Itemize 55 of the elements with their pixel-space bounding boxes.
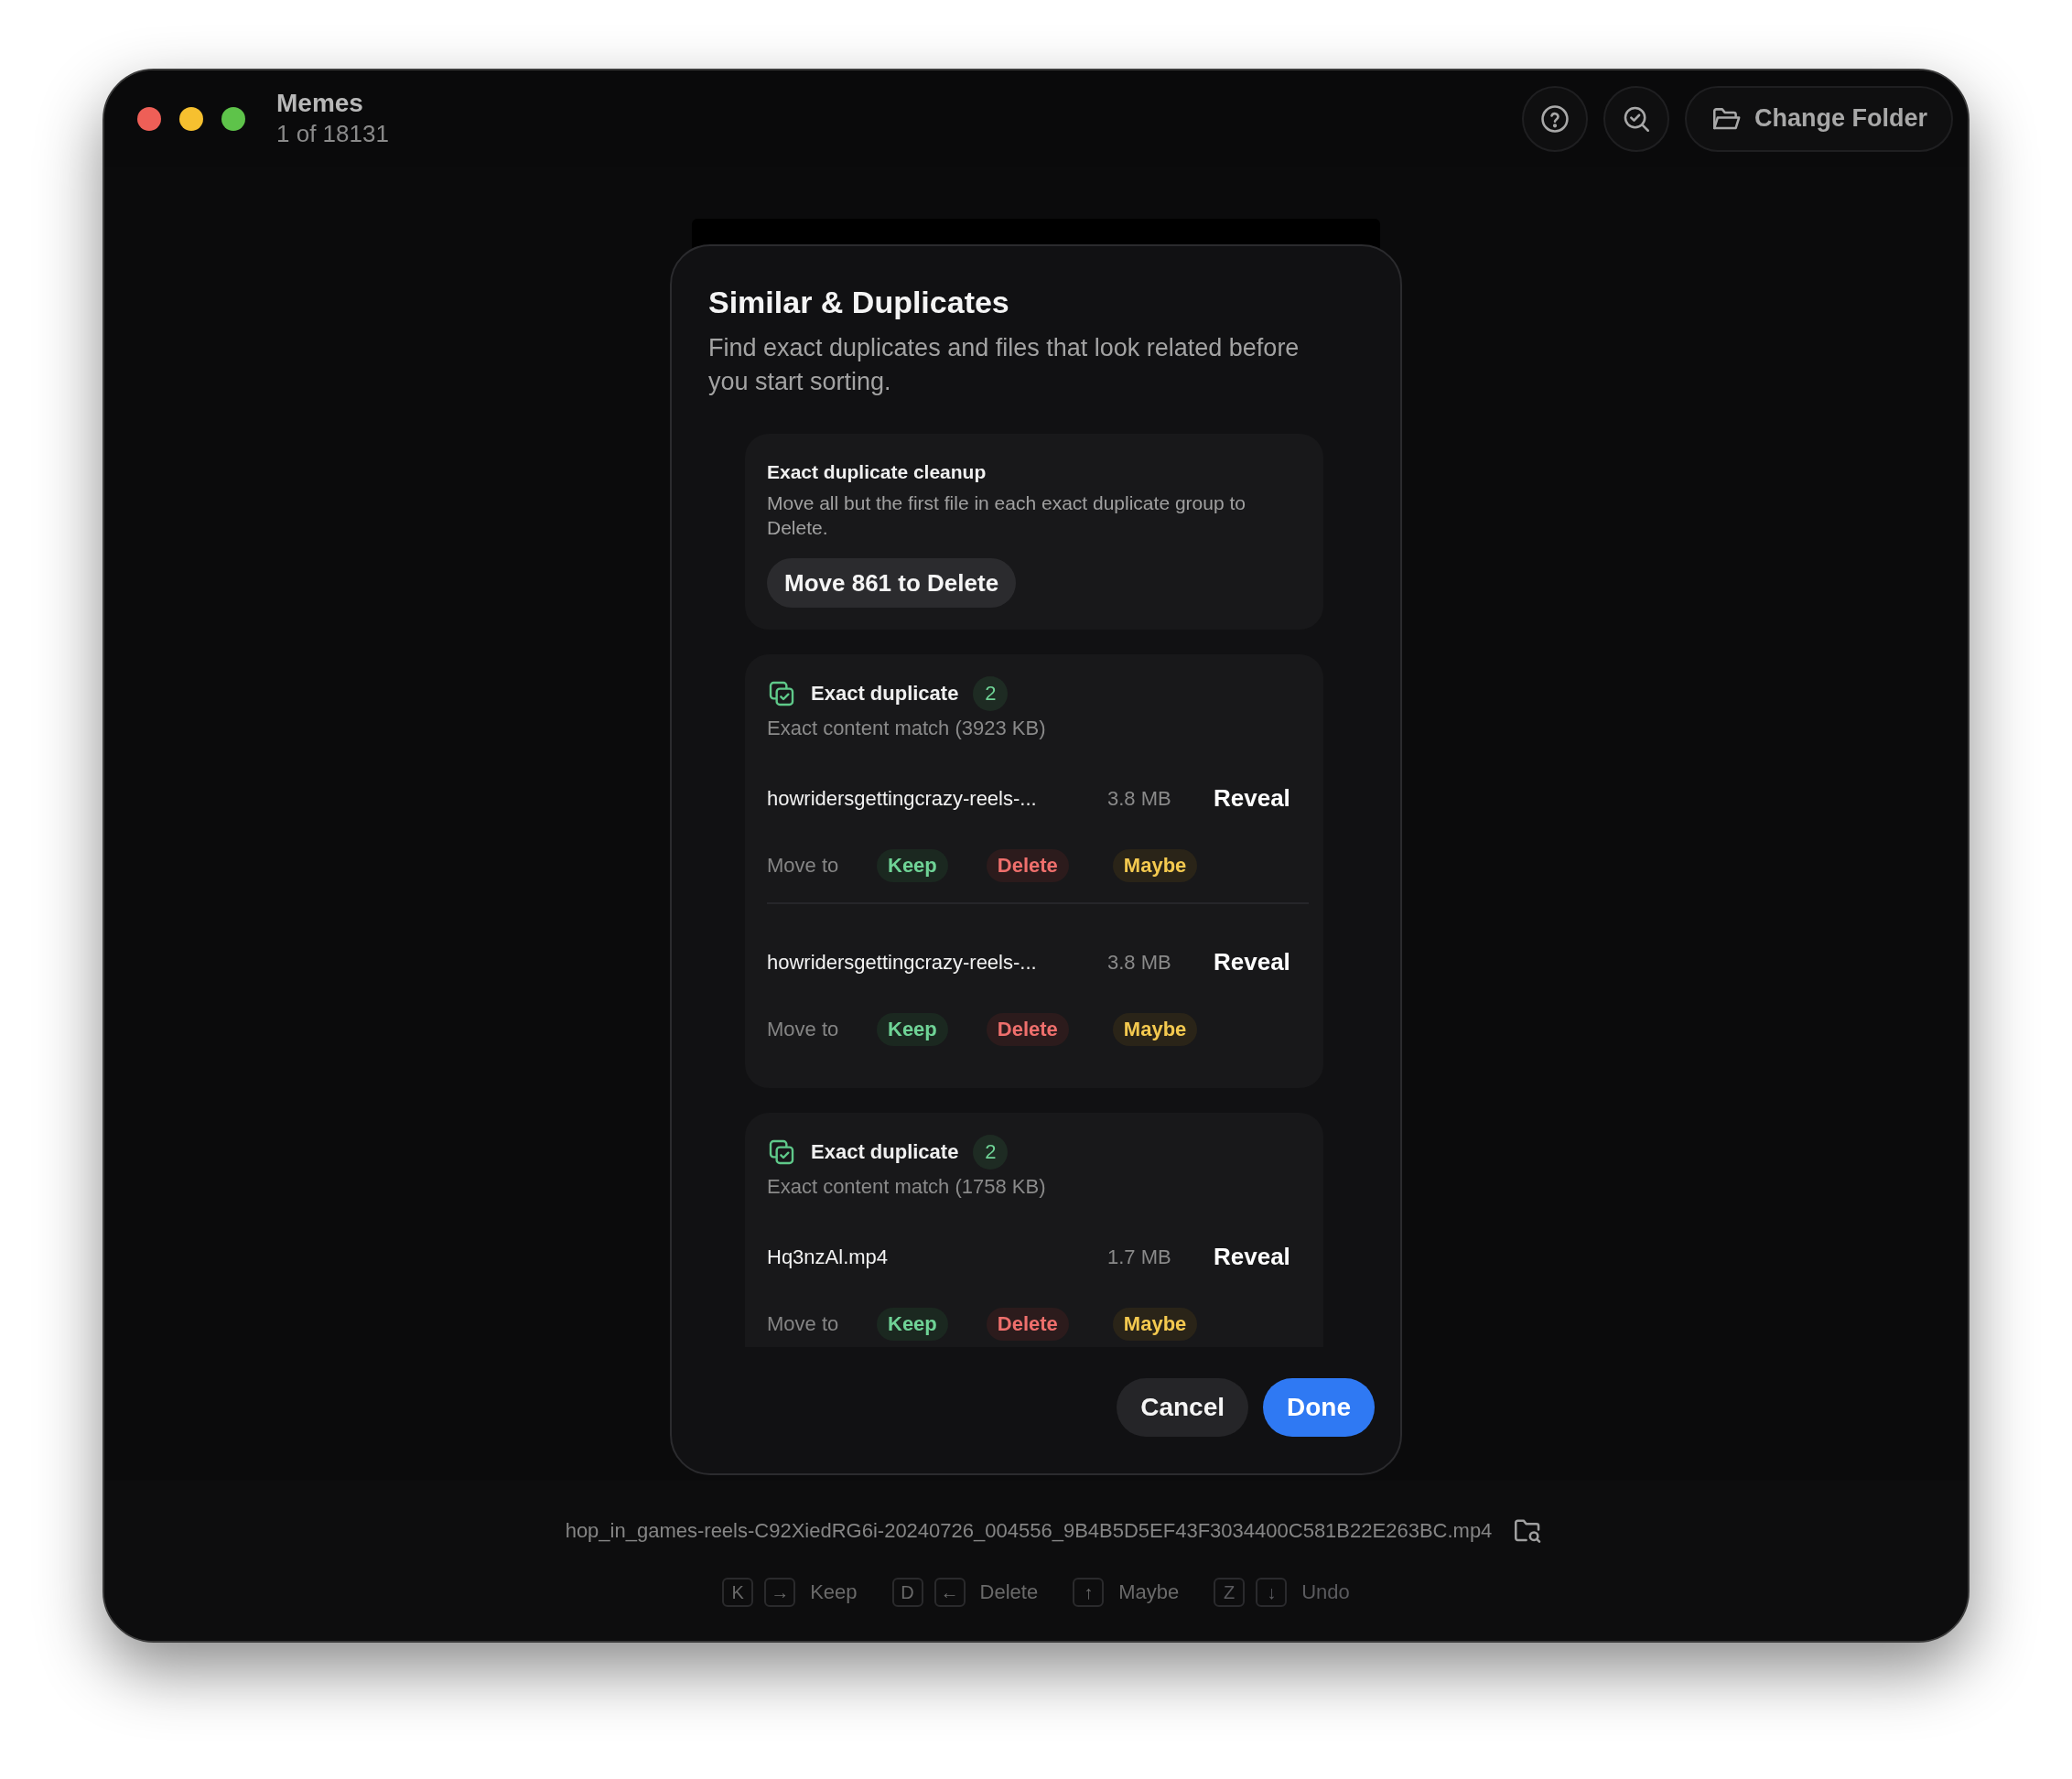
move-to-label: Move to [767,854,840,878]
group-title: Exact duplicate [811,1140,959,1164]
shortcut-label: Keep [810,1580,858,1604]
maybe-button[interactable]: Maybe [1112,1013,1198,1046]
duplicate-icon [767,679,796,708]
cancel-button[interactable]: Cancel [1117,1378,1248,1437]
help-icon [1539,102,1570,135]
shortcut-label: Undo [1301,1580,1350,1604]
file-name: Hq3nzAl.mp4 [767,1245,890,1269]
group-title: Exact duplicate [811,682,959,706]
group-detail: Exact content match (3923 KB) [767,717,1047,740]
key-cap: ↑ [1073,1578,1105,1607]
key-cap: ← [933,1578,966,1607]
move-to-label: Move to [767,1018,840,1041]
count-badge: 2 [973,1135,1009,1170]
key-cap: → [764,1578,796,1607]
card-title: Exact duplicate cleanup [767,461,987,483]
delete-button[interactable]: Delete [986,849,1069,882]
reveal-button[interactable]: Reveal [1214,948,1290,976]
key-cap: D [891,1578,923,1607]
dialog-description: Find exact duplicates and files that look related before you start sorting. [708,333,1300,397]
keep-button[interactable]: Keep [877,1013,948,1046]
move-to-delete-button[interactable]: Move 861 to Delete [767,558,1017,608]
keep-button[interactable]: Keep [877,1308,948,1341]
file-size: 3.8 MB [1107,786,1172,811]
zoom-light[interactable] [221,106,245,131]
minimize-light[interactable] [179,106,203,131]
move-to-label: Move to [767,1312,840,1336]
count-badge: 2 [973,676,1009,711]
maybe-button[interactable]: Maybe [1112,849,1198,882]
reveal-button[interactable]: Reveal [1214,1243,1290,1271]
key-cap: Z [1214,1578,1246,1607]
group-detail: Exact content match (1758 KB) [767,1175,1047,1199]
shortcut-label: Maybe [1118,1580,1180,1604]
file-name: hop_in_games-reels-C92XiedRG6i-20240726_004556_9B4B5D5EF43F3034400C581B22E263BC.mp4 [565,1519,1493,1543]
close-light[interactable] [137,106,161,131]
delete-button[interactable]: Delete [986,1013,1069,1046]
shortcut-label: Delete [979,1580,1039,1604]
key-cap: K [722,1578,754,1607]
key-cap: ↓ [1256,1578,1288,1607]
file-size: 3.8 MB [1107,950,1172,975]
keep-button[interactable]: Keep [877,849,948,882]
change-folder-button[interactable]: Change Folder [1685,85,1953,152]
window-title: Memes [276,89,364,118]
duplicate-icon [767,1137,796,1167]
file-size: 1.7 MB [1107,1245,1172,1269]
maybe-button[interactable]: Maybe [1112,1308,1198,1341]
done-button[interactable]: Done [1263,1378,1375,1437]
card-description: Move all but the first file in each exact duplicate group to Delete. [767,491,1246,540]
file-counter: 1 of 18131 [276,120,389,148]
file-name: howridersgettingcrazy-reels-... [767,950,1038,975]
dialog-title: Similar & Duplicates [708,285,1010,320]
file-name: howridersgettingcrazy-reels-... [767,786,1038,811]
reveal-button[interactable]: Reveal [1214,784,1290,813]
delete-button[interactable]: Delete [986,1308,1069,1341]
